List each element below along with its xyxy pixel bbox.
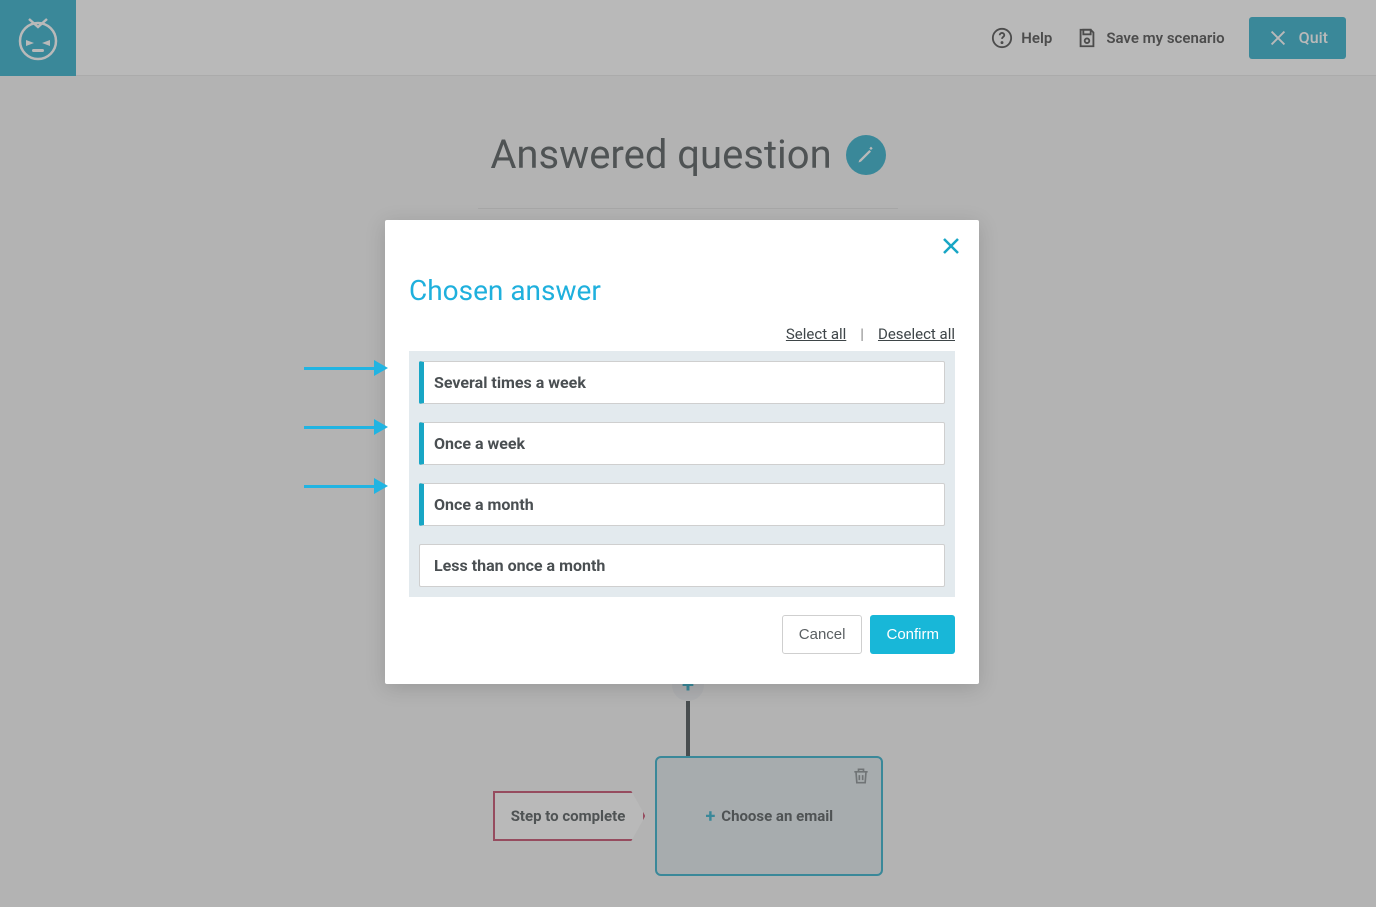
- modal-close-button[interactable]: [939, 234, 963, 262]
- cancel-button[interactable]: Cancel: [782, 615, 863, 654]
- separator: |: [860, 325, 864, 343]
- option-item[interactable]: Less than once a month: [419, 544, 945, 587]
- select-links: Select all | Deselect all: [409, 325, 955, 343]
- options-list: Several times a week Once a week Once a …: [409, 351, 955, 597]
- deselect-all-link[interactable]: Deselect all: [878, 325, 955, 343]
- annotation-arrow: [304, 478, 388, 494]
- option-item[interactable]: Once a month: [419, 483, 945, 526]
- select-all-link[interactable]: Select all: [786, 325, 846, 343]
- annotation-arrow: [304, 419, 388, 435]
- close-icon: [939, 234, 963, 258]
- modal-title: Chosen answer: [409, 274, 955, 307]
- chosen-answer-modal: Chosen answer Select all | Deselect all …: [385, 220, 979, 684]
- option-item[interactable]: Once a week: [419, 422, 945, 465]
- option-item[interactable]: Several times a week: [419, 361, 945, 404]
- confirm-button[interactable]: Confirm: [870, 615, 955, 654]
- modal-actions: Cancel Confirm: [409, 615, 955, 654]
- annotation-arrow: [304, 360, 388, 376]
